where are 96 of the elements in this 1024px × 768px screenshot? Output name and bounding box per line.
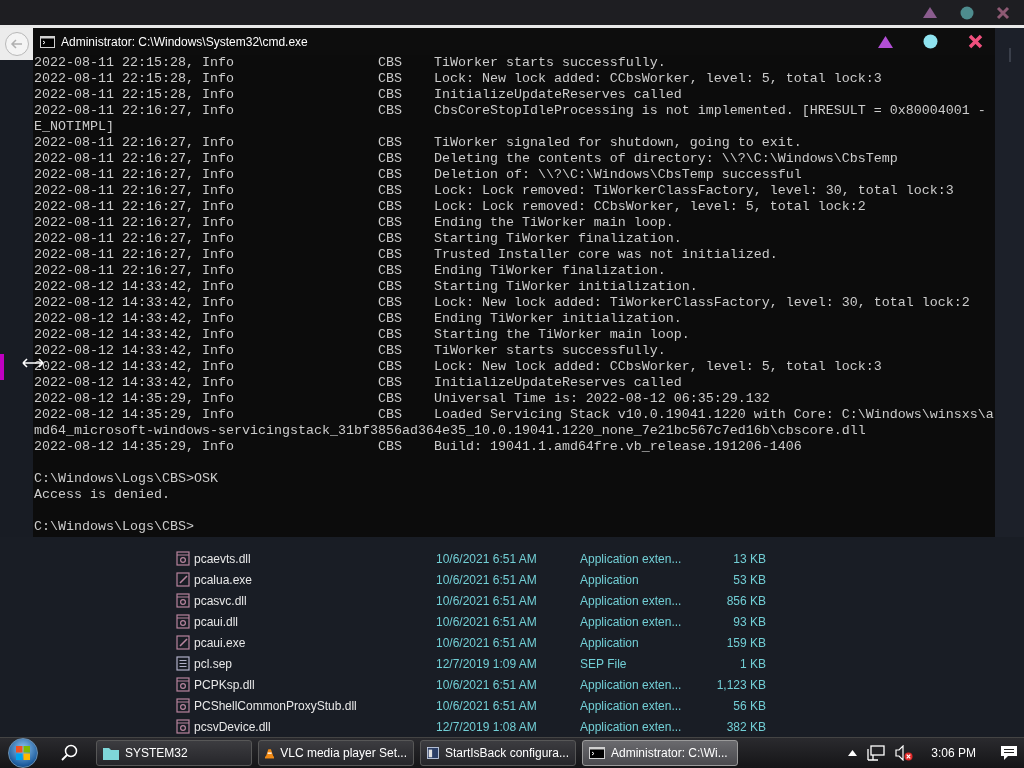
log-line: 2022-08-11 22:16:27, Info CBS Deletion of: \\?\C:\Windows\CbsTemp successful	[34, 167, 803, 183]
log-line: 2022-08-12 14:35:29, Info CBS Loaded Servicing Stack v10.0.19041.1220 with Core: C:\Windows\winsxs\amd64_microsoft-windows-servicingstack_31bf3856ad364e35_10.0.19041.1220_none_7e21bc567c7ed16b\cbscore.dll	[34, 407, 994, 439]
file-name[interactable]: PCPKsp.dll	[194, 677, 436, 692]
file-size: 53 KB	[732, 572, 766, 587]
log-line: 2022-08-11 22:16:27, Info CBS Ending TiWorker finalization.	[34, 263, 667, 279]
text-file-icon	[176, 656, 190, 671]
log-line: 2022-08-12 14:33:42, Info CBS Starting TiWorker initialization.	[34, 279, 699, 295]
log-line: 2022-08-12 14:33:42, Info CBS TiWorker starts successfully.	[34, 343, 667, 359]
log-line: 2022-08-12 14:33:42, Info CBS Starting the TiWorker main loop.	[34, 327, 691, 343]
taskbar-button[interactable]: VLC media player Set...	[258, 740, 414, 766]
file-name[interactable]: pcsvDevice.dll	[194, 719, 436, 734]
window-title: Administrator: C:\Windows\System32\cmd.exe	[61, 34, 309, 49]
log-line: 2022-08-12 14:33:42, Info CBS Lock: New lock added: TiWorkerClassFactory, level: 30, total lock:2	[34, 295, 971, 311]
log-line: 2022-08-12 14:35:29, Info CBS Universal Time is: 2022-08-12 06:35:29.132	[34, 391, 771, 407]
file-date: 12/7/2019 1:08 AM	[436, 719, 538, 734]
close-icon	[968, 34, 983, 49]
library-file-icon	[176, 698, 190, 713]
file-name[interactable]: pcalua.exe	[194, 572, 436, 587]
taskbar-button[interactable]: SYSTEM32	[96, 740, 252, 766]
file-type: SEP File	[580, 656, 628, 671]
start-button[interactable]	[8, 738, 38, 768]
file-date: 10/6/2021 6:51 AM	[436, 698, 538, 713]
log-line: 2022-08-11 22:16:27, Info CBS Deleting the contents of directory: \\?\C:\Windows\CbsTemp	[34, 151, 899, 167]
file-type: Application exten...	[580, 551, 683, 566]
file-type: Application exten...	[580, 614, 683, 629]
library-file-icon	[176, 677, 190, 692]
file-size: 93 KB	[732, 614, 766, 629]
caret-icon[interactable]	[848, 750, 858, 756]
command-prompt: C:\Windows\Logs\CBS>OSK	[34, 471, 219, 487]
scrollbar-thumb[interactable]	[1009, 48, 1011, 62]
log-line: 2022-08-11 22:16:27, Info CBS Lock: Lock removed: CCbsWorker, level: 5, total lock:2	[34, 199, 867, 215]
folder-icon	[103, 746, 119, 760]
file-size: 56 KB	[732, 698, 766, 713]
triangle-icon	[877, 34, 894, 49]
file-date: 10/6/2021 6:51 AM	[436, 551, 538, 566]
clock[interactable]: 3:06 PM	[931, 746, 976, 760]
file-name[interactable]: pcaevts.dll	[194, 551, 436, 566]
log-line: 2022-08-11 22:16:27, Info CBS Lock: Lock removed: TiWorkerClassFactory, level: 30, total lock:3	[34, 183, 955, 199]
circle-icon	[960, 5, 974, 20]
command-output: Access is denied.	[34, 487, 171, 503]
muted-speaker-icon[interactable]	[895, 745, 914, 761]
file-name[interactable]: pcl.sep	[194, 656, 436, 671]
taskbar-button[interactable]: StartIsBack configura...	[420, 740, 576, 766]
log-line: 2022-08-11 22:16:27, Info CBS Trusted Installer core was not initialized.	[34, 247, 779, 263]
log-line: 2022-08-11 22:16:27, Info CBS Ending the TiWorker main loop.	[34, 215, 675, 231]
library-file-icon	[176, 551, 190, 566]
file-size: 382 KB	[725, 719, 766, 734]
file-type: Application exten...	[580, 593, 683, 608]
file-name[interactable]: pcaui.exe	[194, 635, 436, 650]
log-line: 2022-08-11 22:16:27, Info CBS TiWorker signaled for shutdown, going to exit.	[34, 135, 803, 151]
log-line: 2022-08-12 14:33:42, Info CBS Ending TiWorker initialization.	[34, 311, 683, 327]
file-type: Application exten...	[580, 719, 683, 734]
network-icon[interactable]	[867, 745, 886, 761]
command-prompt: C:\Windows\Logs\CBS>	[34, 519, 195, 535]
log-line: 2022-08-12 14:33:42, Info CBS Lock: New lock added: CCbsWorker, level: 5, total lock:3	[34, 359, 883, 375]
log-line: 2022-08-11 22:15:28, Info CBS TiWorker starts successfully.	[34, 55, 667, 71]
file-type: Application exten...	[580, 677, 683, 692]
file-name[interactable]: PCShellCommonProxyStub.dll	[194, 698, 436, 713]
taskbar-button[interactable]: Administrator: C:\Wi...	[582, 740, 738, 766]
file-size: 1,123 KB	[715, 677, 766, 692]
log-line: 2022-08-11 22:16:27, Info CBS CbsCoreStopIdleProcessing is not implemented. [HRESULT = 0x80004001 - E_NOTIMPL]	[34, 103, 987, 135]
file-date: 10/6/2021 6:51 AM	[436, 593, 538, 608]
file-name[interactable]: pcaui.dll	[194, 614, 436, 629]
library-file-icon	[176, 593, 190, 608]
file-size: 13 KB	[732, 551, 766, 566]
file-date: 10/6/2021 6:51 AM	[436, 572, 538, 587]
file-type: Application	[580, 635, 640, 650]
file-date: 10/6/2021 6:51 AM	[436, 635, 538, 650]
window-icon	[427, 746, 439, 760]
notification-icon[interactable]	[1000, 745, 1018, 761]
windows-logo-icon	[15, 745, 31, 761]
console-icon	[589, 747, 605, 759]
file-size: 856 KB	[725, 593, 766, 608]
file-size: 159 KB	[725, 635, 766, 650]
file-name[interactable]: pcasvc.dll	[194, 593, 436, 608]
circle-icon	[923, 34, 938, 49]
log-line: 2022-08-11 22:16:27, Info CBS Starting TiWorker finalization.	[34, 231, 683, 247]
application-file-icon	[176, 572, 190, 587]
log-line: 2022-08-12 14:35:29, Info CBS Build: 19041.1.amd64fre.vb_release.191206-1406	[34, 439, 803, 455]
file-size: 1 KB	[739, 656, 766, 671]
library-file-icon	[176, 719, 190, 734]
file-type: Application exten...	[580, 698, 683, 713]
console-icon	[40, 35, 55, 48]
log-line: 2022-08-11 22:15:28, Info CBS Lock: New lock added: CCbsWorker, level: 5, total lock:3	[34, 71, 883, 87]
close-icon	[996, 5, 1010, 20]
file-date: 12/7/2019 1:09 AM	[436, 656, 538, 671]
file-date: 10/6/2021 6:51 AM	[436, 614, 538, 629]
file-type: Application	[580, 572, 640, 587]
file-date: 10/6/2021 6:51 AM	[436, 677, 538, 692]
selection-bar	[0, 354, 4, 380]
triangle-icon	[922, 6, 938, 19]
search-icon	[61, 744, 79, 762]
application-file-icon	[176, 635, 190, 650]
log-line: 2022-08-12 14:33:42, Info CBS InitializeUpdateReserves called	[34, 375, 683, 391]
library-file-icon	[176, 614, 190, 629]
log-line: 2022-08-11 22:15:28, Info CBS InitializeUpdateReserves called	[34, 87, 683, 103]
